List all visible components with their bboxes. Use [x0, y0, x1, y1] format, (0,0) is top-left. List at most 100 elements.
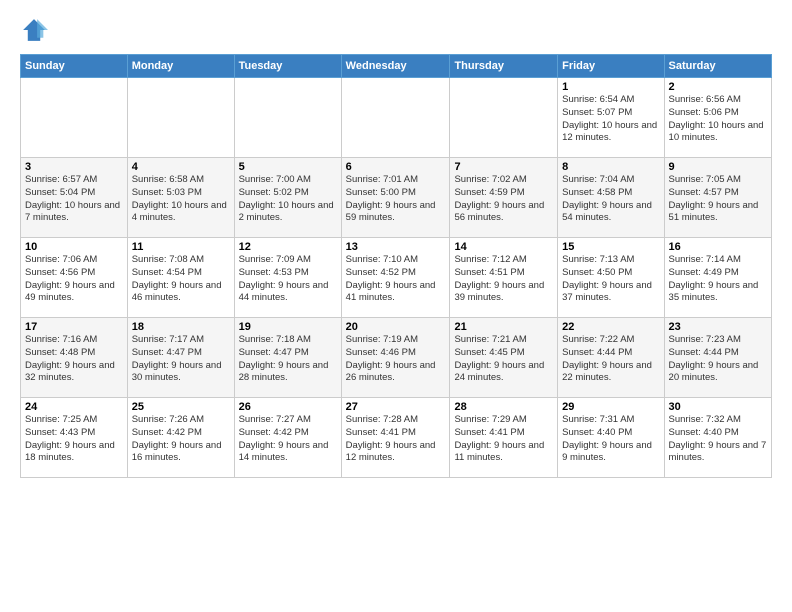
logo-icon: [20, 16, 48, 44]
day-cell: [450, 78, 558, 158]
day-cell: 7Sunrise: 7:02 AM Sunset: 4:59 PM Daylig…: [450, 158, 558, 238]
day-cell: 11Sunrise: 7:08 AM Sunset: 4:54 PM Dayli…: [127, 238, 234, 318]
day-number: 14: [454, 241, 553, 253]
day-number: 3: [25, 161, 123, 173]
day-info: Sunrise: 7:09 AM Sunset: 4:53 PM Dayligh…: [239, 254, 337, 305]
day-info: Sunrise: 7:32 AM Sunset: 4:40 PM Dayligh…: [669, 414, 767, 465]
day-cell: 5Sunrise: 7:00 AM Sunset: 5:02 PM Daylig…: [234, 158, 341, 238]
weekday-header-saturday: Saturday: [664, 55, 771, 78]
day-info: Sunrise: 7:02 AM Sunset: 4:59 PM Dayligh…: [454, 174, 553, 225]
day-info: Sunrise: 7:08 AM Sunset: 4:54 PM Dayligh…: [132, 254, 230, 305]
day-info: Sunrise: 6:56 AM Sunset: 5:06 PM Dayligh…: [669, 94, 767, 145]
day-number: 29: [562, 401, 659, 413]
day-info: Sunrise: 7:26 AM Sunset: 4:42 PM Dayligh…: [132, 414, 230, 465]
day-cell: 30Sunrise: 7:32 AM Sunset: 4:40 PM Dayli…: [664, 398, 771, 478]
header: [20, 16, 772, 44]
day-number: 6: [346, 161, 446, 173]
day-number: 4: [132, 161, 230, 173]
day-number: 1: [562, 81, 659, 93]
logo: [20, 16, 52, 44]
day-cell: 17Sunrise: 7:16 AM Sunset: 4:48 PM Dayli…: [21, 318, 128, 398]
day-info: Sunrise: 7:19 AM Sunset: 4:46 PM Dayligh…: [346, 334, 446, 385]
week-row-3: 10Sunrise: 7:06 AM Sunset: 4:56 PM Dayli…: [21, 238, 772, 318]
day-number: 30: [669, 401, 767, 413]
day-cell: [234, 78, 341, 158]
day-info: Sunrise: 7:12 AM Sunset: 4:51 PM Dayligh…: [454, 254, 553, 305]
day-info: Sunrise: 7:05 AM Sunset: 4:57 PM Dayligh…: [669, 174, 767, 225]
day-cell: 2Sunrise: 6:56 AM Sunset: 5:06 PM Daylig…: [664, 78, 771, 158]
day-info: Sunrise: 7:21 AM Sunset: 4:45 PM Dayligh…: [454, 334, 553, 385]
day-info: Sunrise: 7:14 AM Sunset: 4:49 PM Dayligh…: [669, 254, 767, 305]
day-number: 5: [239, 161, 337, 173]
day-cell: 20Sunrise: 7:19 AM Sunset: 4:46 PM Dayli…: [341, 318, 450, 398]
week-row-1: 1Sunrise: 6:54 AM Sunset: 5:07 PM Daylig…: [21, 78, 772, 158]
day-info: Sunrise: 6:54 AM Sunset: 5:07 PM Dayligh…: [562, 94, 659, 145]
day-number: 10: [25, 241, 123, 253]
day-cell: 26Sunrise: 7:27 AM Sunset: 4:42 PM Dayli…: [234, 398, 341, 478]
week-row-5: 24Sunrise: 7:25 AM Sunset: 4:43 PM Dayli…: [21, 398, 772, 478]
day-number: 26: [239, 401, 337, 413]
day-cell: 15Sunrise: 7:13 AM Sunset: 4:50 PM Dayli…: [558, 238, 664, 318]
week-row-2: 3Sunrise: 6:57 AM Sunset: 5:04 PM Daylig…: [21, 158, 772, 238]
day-info: Sunrise: 6:58 AM Sunset: 5:03 PM Dayligh…: [132, 174, 230, 225]
day-cell: [127, 78, 234, 158]
day-cell: 21Sunrise: 7:21 AM Sunset: 4:45 PM Dayli…: [450, 318, 558, 398]
day-info: Sunrise: 7:13 AM Sunset: 4:50 PM Dayligh…: [562, 254, 659, 305]
day-info: Sunrise: 7:18 AM Sunset: 4:47 PM Dayligh…: [239, 334, 337, 385]
day-number: 23: [669, 321, 767, 333]
day-info: Sunrise: 7:17 AM Sunset: 4:47 PM Dayligh…: [132, 334, 230, 385]
day-cell: 16Sunrise: 7:14 AM Sunset: 4:49 PM Dayli…: [664, 238, 771, 318]
day-number: 24: [25, 401, 123, 413]
day-info: Sunrise: 7:04 AM Sunset: 4:58 PM Dayligh…: [562, 174, 659, 225]
day-number: 13: [346, 241, 446, 253]
day-cell: 27Sunrise: 7:28 AM Sunset: 4:41 PM Dayli…: [341, 398, 450, 478]
day-cell: 1Sunrise: 6:54 AM Sunset: 5:07 PM Daylig…: [558, 78, 664, 158]
day-cell: 24Sunrise: 7:25 AM Sunset: 4:43 PM Dayli…: [21, 398, 128, 478]
day-number: 7: [454, 161, 553, 173]
weekday-header-friday: Friday: [558, 55, 664, 78]
day-number: 11: [132, 241, 230, 253]
day-cell: 23Sunrise: 7:23 AM Sunset: 4:44 PM Dayli…: [664, 318, 771, 398]
day-number: 27: [346, 401, 446, 413]
day-cell: 6Sunrise: 7:01 AM Sunset: 5:00 PM Daylig…: [341, 158, 450, 238]
day-cell: 28Sunrise: 7:29 AM Sunset: 4:41 PM Dayli…: [450, 398, 558, 478]
day-cell: 29Sunrise: 7:31 AM Sunset: 4:40 PM Dayli…: [558, 398, 664, 478]
weekday-header-row: SundayMondayTuesdayWednesdayThursdayFrid…: [21, 55, 772, 78]
day-info: Sunrise: 7:29 AM Sunset: 4:41 PM Dayligh…: [454, 414, 553, 465]
day-number: 21: [454, 321, 553, 333]
day-number: 28: [454, 401, 553, 413]
day-number: 25: [132, 401, 230, 413]
weekday-header-wednesday: Wednesday: [341, 55, 450, 78]
day-info: Sunrise: 7:25 AM Sunset: 4:43 PM Dayligh…: [25, 414, 123, 465]
day-number: 2: [669, 81, 767, 93]
day-cell: 12Sunrise: 7:09 AM Sunset: 4:53 PM Dayli…: [234, 238, 341, 318]
day-info: Sunrise: 7:01 AM Sunset: 5:00 PM Dayligh…: [346, 174, 446, 225]
day-number: 20: [346, 321, 446, 333]
page: SundayMondayTuesdayWednesdayThursdayFrid…: [0, 0, 792, 612]
weekday-header-sunday: Sunday: [21, 55, 128, 78]
day-info: Sunrise: 7:16 AM Sunset: 4:48 PM Dayligh…: [25, 334, 123, 385]
weekday-header-tuesday: Tuesday: [234, 55, 341, 78]
weekday-header-monday: Monday: [127, 55, 234, 78]
week-row-4: 17Sunrise: 7:16 AM Sunset: 4:48 PM Dayli…: [21, 318, 772, 398]
day-cell: 8Sunrise: 7:04 AM Sunset: 4:58 PM Daylig…: [558, 158, 664, 238]
day-info: Sunrise: 7:06 AM Sunset: 4:56 PM Dayligh…: [25, 254, 123, 305]
day-number: 16: [669, 241, 767, 253]
day-cell: 9Sunrise: 7:05 AM Sunset: 4:57 PM Daylig…: [664, 158, 771, 238]
day-info: Sunrise: 7:27 AM Sunset: 4:42 PM Dayligh…: [239, 414, 337, 465]
day-info: Sunrise: 7:23 AM Sunset: 4:44 PM Dayligh…: [669, 334, 767, 385]
day-cell: 14Sunrise: 7:12 AM Sunset: 4:51 PM Dayli…: [450, 238, 558, 318]
day-cell: [341, 78, 450, 158]
day-cell: 19Sunrise: 7:18 AM Sunset: 4:47 PM Dayli…: [234, 318, 341, 398]
day-number: 8: [562, 161, 659, 173]
day-info: Sunrise: 7:00 AM Sunset: 5:02 PM Dayligh…: [239, 174, 337, 225]
day-cell: 3Sunrise: 6:57 AM Sunset: 5:04 PM Daylig…: [21, 158, 128, 238]
day-cell: 13Sunrise: 7:10 AM Sunset: 4:52 PM Dayli…: [341, 238, 450, 318]
day-cell: 22Sunrise: 7:22 AM Sunset: 4:44 PM Dayli…: [558, 318, 664, 398]
day-cell: 10Sunrise: 7:06 AM Sunset: 4:56 PM Dayli…: [21, 238, 128, 318]
day-info: Sunrise: 7:31 AM Sunset: 4:40 PM Dayligh…: [562, 414, 659, 465]
calendar-table: SundayMondayTuesdayWednesdayThursdayFrid…: [20, 54, 772, 478]
day-cell: [21, 78, 128, 158]
day-info: Sunrise: 6:57 AM Sunset: 5:04 PM Dayligh…: [25, 174, 123, 225]
day-info: Sunrise: 7:22 AM Sunset: 4:44 PM Dayligh…: [562, 334, 659, 385]
